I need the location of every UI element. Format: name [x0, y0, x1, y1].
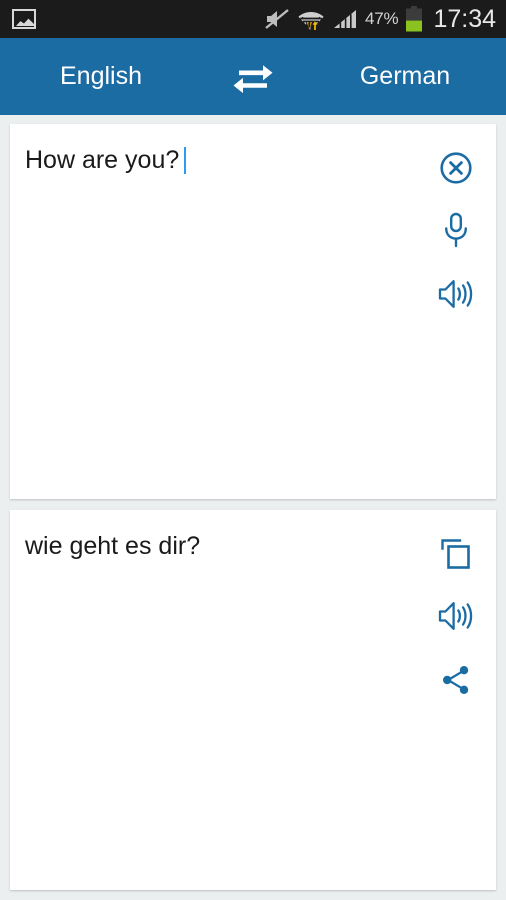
volume-icon — [437, 278, 475, 310]
voice-input-button[interactable] — [432, 206, 480, 254]
source-language-button[interactable]: English — [0, 62, 202, 91]
text-caret — [184, 147, 187, 174]
language-bar: English German — [0, 38, 506, 115]
signal-icon — [332, 8, 358, 30]
target-language-button[interactable]: German — [304, 62, 506, 91]
photo-icon — [12, 9, 36, 29]
mute-icon — [264, 8, 290, 30]
source-actions — [432, 144, 480, 318]
translation-result-card[interactable]: wie geht es dir? — [10, 510, 496, 890]
status-bar-left — [12, 9, 36, 29]
source-text-value: How are you? — [25, 146, 180, 174]
volume-icon — [437, 600, 475, 632]
clear-button[interactable] — [432, 144, 480, 192]
source-text-card[interactable]: How are you? — [10, 124, 496, 499]
result-actions — [432, 530, 480, 704]
battery-percentage: 47% — [365, 9, 399, 28]
wifi-data-icon — [297, 7, 325, 31]
swap-languages-button[interactable] — [202, 61, 304, 93]
close-circle-icon — [439, 151, 473, 185]
status-bar-right: 47% 17:34 — [264, 6, 496, 32]
speak-source-button[interactable] — [432, 270, 480, 318]
swap-horizontal-icon — [231, 61, 275, 93]
copy-icon — [439, 537, 473, 571]
status-bar: 47% 17:34 — [0, 0, 506, 38]
share-icon — [439, 663, 473, 697]
battery-icon — [405, 6, 423, 32]
share-button[interactable] — [432, 656, 480, 704]
copy-button[interactable] — [432, 530, 480, 578]
speak-target-button[interactable] — [432, 592, 480, 640]
status-bar-clock: 17:34 — [433, 4, 496, 33]
translated-text: wie geht es dir? — [25, 532, 201, 560]
source-text-input[interactable]: How are you? — [25, 144, 416, 176]
microphone-icon — [440, 212, 472, 248]
